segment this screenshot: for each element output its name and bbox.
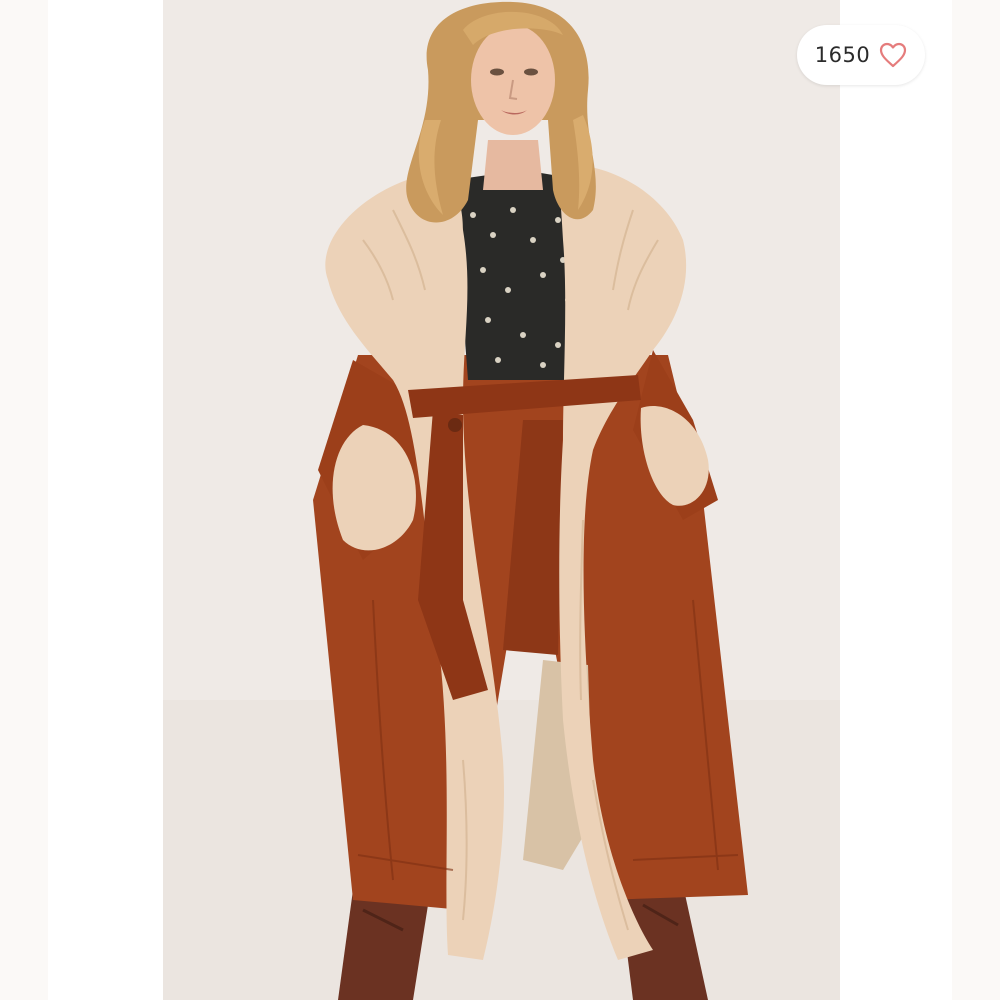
left-margin <box>0 0 163 1000</box>
right-margin <box>840 0 1000 1000</box>
like-count: 1650 <box>814 43 871 67</box>
heart-outline-icon[interactable] <box>879 42 907 68</box>
like-button[interactable]: 1650 <box>797 25 925 85</box>
left-edge-strip <box>0 0 48 1000</box>
listing-image-view: 1650 <box>0 0 1000 1000</box>
product-photo-illustration <box>163 0 840 1000</box>
product-photo[interactable] <box>163 0 840 1000</box>
right-edge-strip <box>952 0 1000 1000</box>
